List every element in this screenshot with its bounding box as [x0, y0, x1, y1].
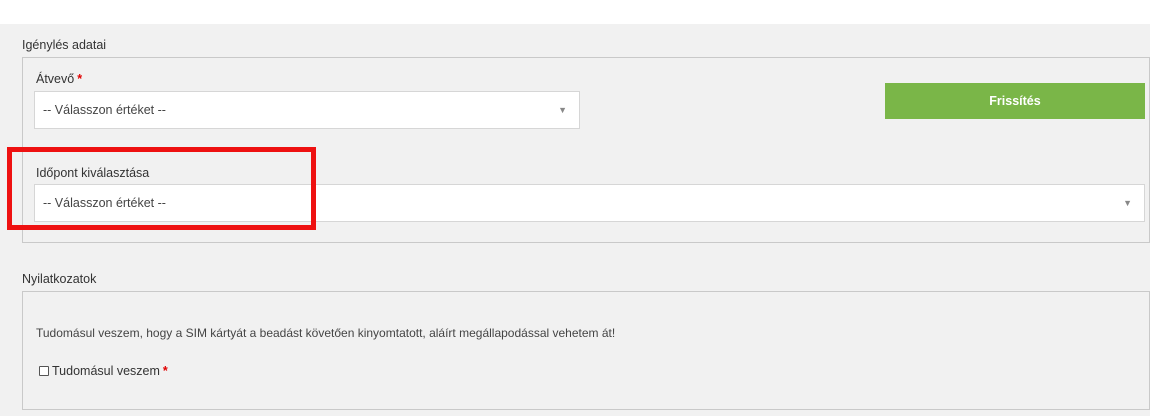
acknowledge-checkbox[interactable] — [39, 366, 49, 376]
recipient-label-text: Átvevő — [36, 72, 75, 86]
recipient-label: Átvevő * — [36, 72, 82, 86]
acknowledge-label-text: Tudomásul veszem — [52, 364, 160, 378]
section-title-declarations: Nyilatkozatok — [22, 272, 97, 286]
declarations-fieldset — [22, 291, 1150, 410]
highlight-box — [7, 147, 316, 230]
declaration-notice: Tudomásul veszem, hogy a SIM kártyát a b… — [36, 326, 616, 340]
refresh-button[interactable]: Frissítés — [885, 83, 1145, 119]
top-bar — [0, 0, 1150, 24]
chevron-down-icon: ▼ — [1123, 198, 1132, 208]
required-mark: * — [162, 364, 168, 378]
required-mark: * — [77, 72, 83, 86]
section-title-request: Igénylés adatai — [22, 38, 107, 52]
recipient-select-value: -- Válasszon értéket -- — [43, 103, 166, 117]
acknowledge-label[interactable]: Tudomásul veszem * — [52, 364, 168, 378]
chevron-down-icon: ▼ — [558, 105, 567, 115]
recipient-select[interactable]: -- Válasszon értéket -- ▼ — [34, 91, 580, 129]
